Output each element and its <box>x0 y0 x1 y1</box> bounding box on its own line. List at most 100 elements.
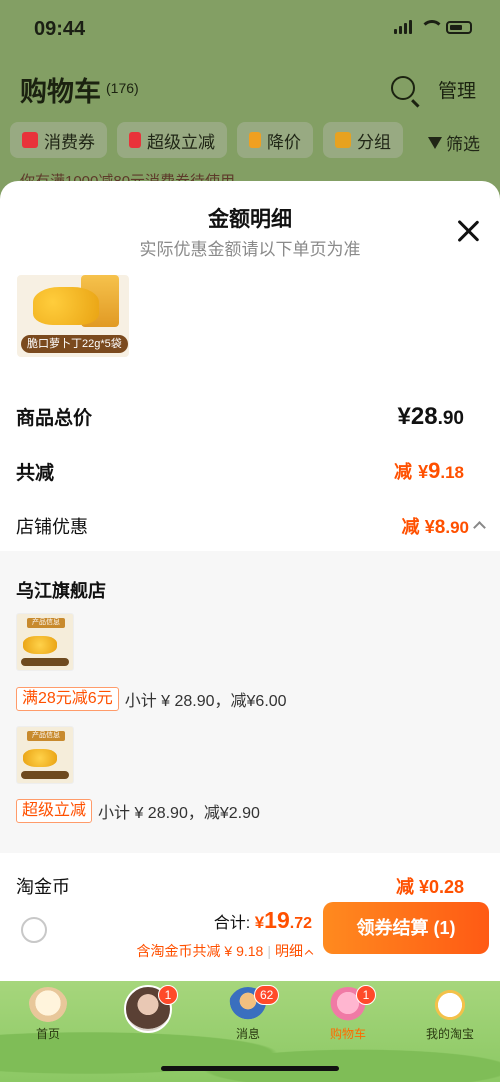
tab-home[interactable]: 首页 <box>6 981 90 1051</box>
promo-subtotal: 小计 ¥ 28.90，减¥2.90 <box>98 805 260 822</box>
tab-label: 消息 <box>235 1027 260 1041</box>
badge: 1 <box>356 985 376 1005</box>
chip-group[interactable]: 分组 <box>323 122 403 158</box>
status-bar: 09:44 <box>0 0 500 60</box>
cart-header: 购物车 (176) 管理 <box>0 70 500 110</box>
promo-line-1: 满28元减6元 小计 ¥ 28.90，减¥6.00 <box>16 687 287 711</box>
chip-price-drop[interactable]: 降价 <box>237 122 313 158</box>
battery-icon <box>446 20 472 34</box>
status-icons <box>394 20 472 34</box>
total-price-label: 商品总价 <box>16 408 93 429</box>
tab-label: 我的淘宝 <box>425 1027 474 1041</box>
coin-label: 淘金币 <box>16 877 70 897</box>
promo-tag: 满28元减6元 <box>16 687 119 711</box>
thumb-band <box>21 771 69 779</box>
chip-label: 分组 <box>357 132 391 152</box>
tab-label: 首页 <box>35 1027 60 1041</box>
select-all-radio[interactable] <box>21 917 47 943</box>
product-thumbnail: 产品信息 <box>16 613 74 671</box>
arrow-down-icon <box>129 132 141 148</box>
tab-label: 购物车 <box>329 1027 366 1041</box>
thumb-label: 产品信息 <box>27 731 65 741</box>
product-food <box>33 287 99 325</box>
sheet-subtitle: 实际优惠金额请以下单页为准 <box>139 240 361 259</box>
coin-note[interactable]: 含淘金币共减 ¥ 9.18 | 明细 <box>136 941 314 961</box>
reduce-prefix: 减 <box>393 462 412 482</box>
product-label: 脆口萝卜丁22g*5袋 <box>21 335 128 353</box>
chip-label: 降价 <box>267 132 301 152</box>
page-title: 购物车 <box>20 77 101 107</box>
checkout-button[interactable]: 领券结算 (1) <box>323 902 489 954</box>
product-thumbnail: 产品信息 <box>16 726 74 784</box>
total-price-row: 商品总价 ¥28.90 <box>16 403 484 437</box>
price-drop-icon <box>249 132 261 148</box>
wifi-icon <box>420 20 444 34</box>
chevron-up-icon <box>304 949 314 959</box>
divider: | <box>267 943 271 959</box>
price-dec: .90 <box>445 518 469 537</box>
price-dec: .18 <box>440 463 464 482</box>
cart-count: (176) <box>106 80 139 96</box>
thumb-food <box>23 749 57 767</box>
price-dec: .72 <box>289 915 312 932</box>
total-reduce-label: 共减 <box>16 463 55 484</box>
grand-total: 合计: ¥19.72 <box>214 907 312 934</box>
chip-label: 消费券 <box>44 132 95 152</box>
price-dec: .90 <box>437 408 464 429</box>
store-discount-value: 减 ¥8.90 <box>401 513 486 539</box>
tab-my-taobao[interactable]: 我的淘宝 <box>408 981 492 1051</box>
filter-icon <box>428 136 442 149</box>
chip-label: 超级立减 <box>147 132 215 152</box>
tab-avatar[interactable]: 1 <box>106 981 190 1051</box>
tab-cart[interactable]: 1 购物车 <box>306 981 390 1051</box>
store-discount-detail: 乌江旗舰店 产品信息 满28元减6元 小计 ¥ 28.90，减¥6.00 产品信… <box>0 551 500 853</box>
thumb-label: 产品信息 <box>27 618 65 628</box>
tab-messages[interactable]: 62 消息 <box>206 981 290 1051</box>
status-time: 09:44 <box>34 18 86 40</box>
chevron-up-icon <box>473 521 486 534</box>
currency-symbol: ¥ <box>397 403 411 430</box>
total-reduce-value: 减 ¥9.18 <box>394 458 464 484</box>
profile-icon <box>430 987 470 1027</box>
signal-icon <box>394 20 412 34</box>
manage-button[interactable]: 管理 <box>438 76 476 103</box>
thumb-food <box>23 636 57 654</box>
sheet-title: 金额明细 <box>208 208 292 231</box>
store-name: 乌江旗舰店 <box>16 581 106 601</box>
store-discount-label: 店铺优惠 <box>16 517 88 537</box>
coin-note-text: 含淘金币共减 ¥ 9.18 <box>136 943 264 959</box>
total-reduce-row: 共减 减 ¥9.18 <box>16 458 484 492</box>
search-icon[interactable] <box>391 76 415 100</box>
filter-chips: 消费券 超级立减 降价 分组 <box>10 122 403 158</box>
filter-label: 筛选 <box>446 135 480 154</box>
reduce-prefix: 减 <box>401 517 420 537</box>
checkout-bar: 合计: ¥19.72 含淘金币共减 ¥ 9.18 | 明细 领券结算 (1) <box>0 899 500 981</box>
total-label: 合计: <box>213 915 251 932</box>
currency-symbol: ¥ <box>424 517 435 537</box>
promo-subtotal: 小计 ¥ 28.90，减¥6.00 <box>124 693 287 710</box>
coupon-icon <box>22 132 38 148</box>
promo-line-2: 超级立减 小计 ¥ 28.90，减¥2.90 <box>16 799 260 823</box>
folder-icon <box>335 132 351 148</box>
badge: 1 <box>158 985 178 1005</box>
total-price: ¥19.72 <box>255 907 312 933</box>
currency-symbol: ¥ <box>418 462 429 482</box>
store-discount-row[interactable]: 店铺优惠 减 ¥8.90 <box>16 513 486 543</box>
currency-symbol: ¥ <box>254 913 265 932</box>
price-int: 19 <box>264 907 290 933</box>
filter-button[interactable]: 筛选 <box>428 130 480 155</box>
detail-link: 明细 <box>275 943 303 959</box>
total-price-value: ¥28.90 <box>398 403 464 431</box>
close-icon[interactable] <box>456 219 480 243</box>
home-indicator <box>161 1066 339 1071</box>
product-image: 脆口萝卜丁22g*5袋 <box>17 275 129 357</box>
price-int: 28 <box>410 403 438 430</box>
home-icon <box>28 987 68 1027</box>
price-int: 8 <box>434 517 446 538</box>
promo-tag: 超级立减 <box>16 799 93 823</box>
chip-super-reduce[interactable]: 超级立减 <box>117 122 227 158</box>
coin-value: 减 ¥0.28 <box>395 877 464 897</box>
chip-coupon[interactable]: 消费券 <box>10 122 107 158</box>
amount-detail-sheet: 金额明细 实际优惠金额请以下单页为准 脆口萝卜丁22g*5袋 商品总价 ¥28.… <box>0 181 500 981</box>
thumb-band <box>21 658 69 666</box>
